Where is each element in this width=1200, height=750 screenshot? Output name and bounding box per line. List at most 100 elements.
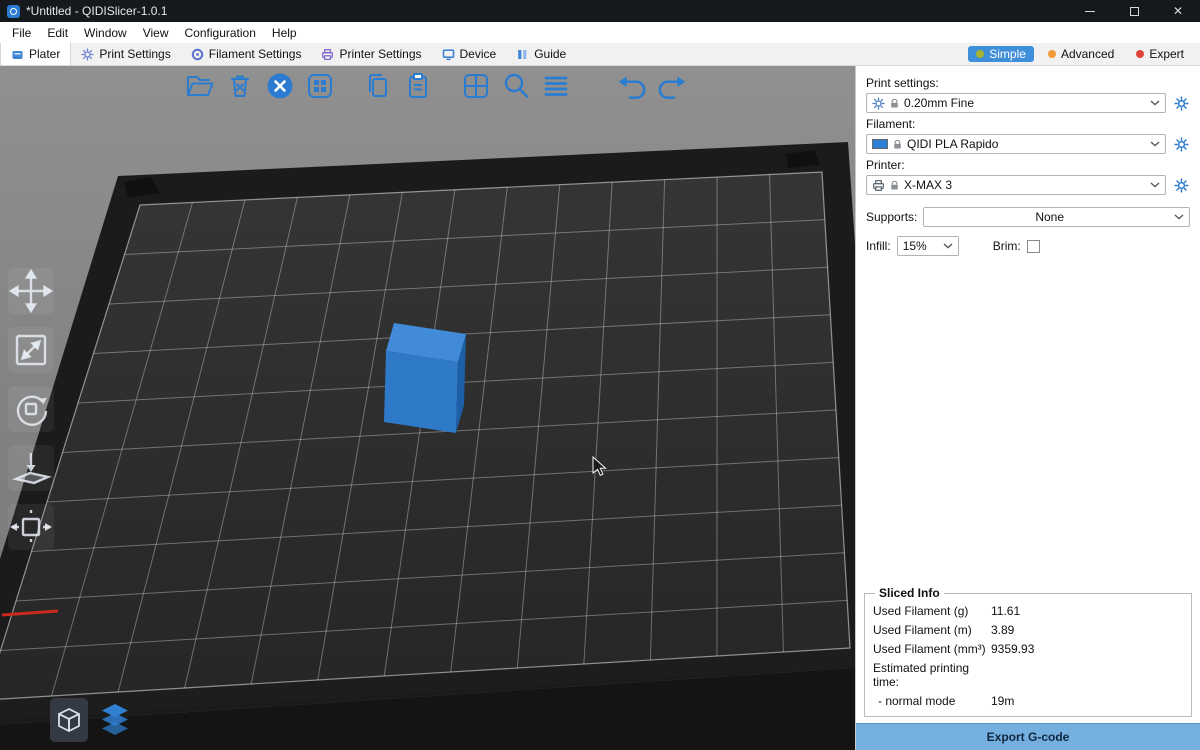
print-settings-combo[interactable]: 0.20mm Fine: [866, 93, 1166, 113]
tab-device[interactable]: Device: [432, 43, 507, 65]
redo-button[interactable]: [655, 69, 689, 103]
menu-window[interactable]: Window: [76, 24, 135, 42]
menu-bar: File Edit Window View Configuration Help: [0, 22, 1200, 43]
minimize-button[interactable]: [1068, 0, 1112, 22]
open-project-button[interactable]: [183, 69, 217, 103]
close-icon: ✕: [1173, 5, 1183, 17]
redo-icon: [655, 69, 689, 103]
move-icon: [8, 268, 54, 314]
expert-mode-dot-icon: [1136, 50, 1144, 58]
filament-gear-button[interactable]: [1172, 135, 1190, 153]
tab-bar: Plater Print Settings Filament Settings …: [0, 43, 1200, 66]
split-objects-icon: [460, 70, 492, 102]
search-button[interactable]: [499, 69, 533, 103]
open-folder-icon: [184, 70, 216, 102]
paste-icon: [402, 70, 434, 102]
tab-label: Guide: [534, 47, 566, 61]
copy-button[interactable]: [361, 69, 395, 103]
close-button[interactable]: ✕: [1156, 0, 1200, 22]
editor-view-button[interactable]: [50, 698, 88, 742]
undo-button[interactable]: [615, 69, 649, 103]
filament-icon: [191, 48, 204, 61]
tab-print-settings[interactable]: Print Settings: [71, 43, 180, 65]
filament-color-swatch: [872, 139, 888, 149]
tab-printer-settings[interactable]: Printer Settings: [311, 43, 431, 65]
print-bed[interactable]: [0, 172, 850, 700]
menu-configuration[interactable]: Configuration: [177, 24, 264, 42]
scene-3d[interactable]: [0, 66, 855, 750]
infill-label: Infill:: [866, 239, 891, 253]
menu-edit[interactable]: Edit: [39, 24, 76, 42]
tab-label: Device: [460, 47, 497, 61]
sliced-info-row: Estimated printing time:: [873, 658, 1183, 691]
sliced-info-row: Used Filament (g) 11.61: [873, 601, 1183, 620]
print-settings-gear-button[interactable]: [1172, 94, 1190, 112]
rotate-tool-button[interactable]: [8, 386, 54, 432]
sliced-info-panel: Sliced Info Used Filament (g) 11.61 Used…: [864, 586, 1192, 717]
supports-combo[interactable]: None: [923, 207, 1190, 227]
tab-filament-settings[interactable]: Filament Settings: [181, 43, 312, 65]
lock-icon: [889, 180, 900, 191]
chevron-down-icon: [943, 243, 953, 249]
split-objects-button[interactable]: [459, 69, 493, 103]
preview-layers-icon: [97, 700, 133, 740]
rotate-icon: [8, 386, 54, 432]
mode-label: Advanced: [1061, 47, 1114, 61]
mode-simple[interactable]: Simple: [968, 46, 1034, 62]
place-on-face-tool-button[interactable]: [8, 445, 54, 491]
menu-view[interactable]: View: [135, 24, 177, 42]
infill-value: 15%: [903, 239, 939, 253]
title-bar: *Untitled - QIDISlicer-1.0.1 ✕: [0, 0, 1200, 22]
infill-combo[interactable]: 15%: [897, 236, 959, 256]
tab-guide[interactable]: Guide: [506, 43, 576, 65]
mode-expert[interactable]: Expert: [1128, 46, 1192, 62]
delete-all-button[interactable]: [263, 69, 297, 103]
brim-checkbox[interactable]: [1027, 240, 1040, 253]
place-on-face-icon: [8, 445, 54, 491]
mode-label: Expert: [1149, 47, 1184, 61]
sliced-info-row: Used Filament (mm³) 9359.93: [873, 639, 1183, 658]
layer-height-icon: [540, 70, 572, 102]
maximize-icon: [1130, 7, 1139, 16]
qidislicer-window: *Untitled - QIDISlicer-1.0.1 ✕ File Edit…: [0, 0, 1200, 750]
chevron-down-icon: [1174, 214, 1184, 220]
3d-editor-icon: [51, 702, 87, 738]
mode-label: Simple: [989, 47, 1026, 61]
filament-combo[interactable]: QIDI PLA Rapido: [866, 134, 1166, 154]
tab-label: Print Settings: [99, 47, 170, 61]
tab-plater[interactable]: Plater: [0, 43, 71, 65]
paste-button[interactable]: [401, 69, 435, 103]
lock-icon: [889, 98, 900, 109]
mode-selector: Simple Advanced Expert: [968, 46, 1200, 62]
printer-gear-button[interactable]: [1172, 176, 1190, 194]
viewport-3d[interactable]: [0, 66, 855, 750]
printer-combo[interactable]: X-MAX 3: [866, 175, 1166, 195]
window-title: *Untitled - QIDISlicer-1.0.1: [26, 4, 167, 18]
guide-icon: [516, 48, 529, 61]
mirror-tool-button[interactable]: [8, 504, 54, 550]
variable-layer-height-button[interactable]: [539, 69, 573, 103]
export-gcode-button[interactable]: Export G-code: [856, 723, 1200, 750]
arrange-button[interactable]: [303, 69, 337, 103]
model-cube[interactable]: [384, 323, 466, 433]
move-tool-button[interactable]: [8, 268, 54, 314]
scale-tool-button[interactable]: [8, 327, 54, 373]
app-logo-icon: [7, 5, 20, 18]
supports-value: None: [929, 210, 1170, 224]
print-settings-value: 0.20mm Fine: [904, 96, 1146, 110]
menu-file[interactable]: File: [4, 24, 39, 42]
delete-button[interactable]: [223, 69, 257, 103]
maximize-button[interactable]: [1112, 0, 1156, 22]
plater-toolbar: [183, 69, 689, 103]
gear-icon: [872, 97, 885, 110]
delete-all-icon: [264, 70, 296, 102]
lock-icon: [892, 139, 903, 150]
brim-label: Brim:: [993, 239, 1021, 253]
printer-icon: [321, 48, 334, 61]
menu-help[interactable]: Help: [264, 24, 305, 42]
preview-view-button[interactable]: [96, 698, 134, 742]
gizmo-toolbar: [8, 268, 54, 550]
mode-advanced[interactable]: Advanced: [1040, 46, 1122, 62]
tab-label: Plater: [29, 47, 60, 61]
chevron-down-icon: [1150, 100, 1160, 106]
